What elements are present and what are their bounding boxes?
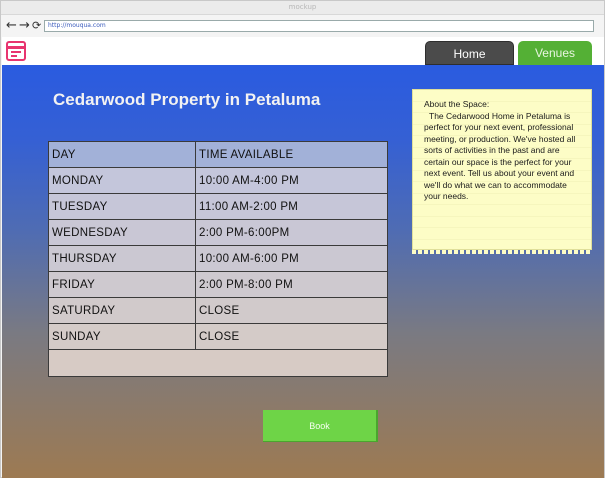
day-cell: THURSDAY [48,245,196,272]
browser-toolbar: ← → ⟳ http://mouqua.com [1,16,604,36]
table-header-row: DAY TIME AVAILABLE [48,141,388,168]
table-row: SATURDAY CLOSE [48,297,388,324]
refresh-icon[interactable]: ⟳ [32,19,41,33]
empty-cell [48,349,388,377]
page-title: Cedarwood Property in Petaluma [53,90,321,109]
day-cell: MONDAY [48,167,196,194]
time-cell: 11:00 AM-2:00 PM [195,193,388,220]
day-cell: SATURDAY [48,297,196,324]
day-cell: SUNDAY [48,323,196,350]
forward-arrow-icon[interactable]: → [19,19,30,33]
time-cell: 10:00 AM-6:00 PM [195,245,388,272]
day-cell: FRIDAY [48,271,196,298]
time-cell: 2:00 PM-8:00 PM [195,271,388,298]
about-sticky-note: About the Space: The Cedarwood Home in P… [412,89,592,250]
time-cell: 2:00 PM-6:00PM [195,219,388,246]
column-header-time: TIME AVAILABLE [195,141,388,168]
tab-venues[interactable]: Venues [518,41,592,65]
browser-window: mockup ← → ⟳ http://mouqua.com Home Venu… [0,0,605,478]
back-arrow-icon[interactable]: ← [6,19,17,33]
time-cell: CLOSE [195,297,388,324]
main-content: Cedarwood Property in Petaluma DAY TIME … [2,65,604,478]
table-footer-row [48,349,388,377]
address-bar[interactable]: http://mouqua.com [44,20,594,32]
day-cell: TUESDAY [48,193,196,220]
book-button[interactable]: Book [263,410,378,442]
title-bar: mockup [1,1,604,15]
table-row: THURSDAY 10:00 AM-6:00 PM [48,245,388,272]
table-row: SUNDAY CLOSE [48,323,388,350]
table-row: TUESDAY 11:00 AM-2:00 PM [48,193,388,220]
site-header: Home Venues [2,37,604,65]
window-title: mockup [288,3,317,11]
about-body: The Cedarwood Home in Petaluma is perfec… [424,110,576,202]
about-heading: About the Space: [424,99,490,109]
time-cell: CLOSE [195,323,388,350]
time-cell: 10:00 AM-4:00 PM [195,167,388,194]
table-row: MONDAY 10:00 AM-4:00 PM [48,167,388,194]
column-header-day: DAY [48,141,196,168]
availability-table: DAY TIME AVAILABLE MONDAY 10:00 AM-4:00 … [48,141,388,377]
day-cell: WEDNESDAY [48,219,196,246]
calendar-logo-icon[interactable] [6,41,26,61]
sticky-note-edge [412,250,592,254]
table-row: FRIDAY 2:00 PM-8:00 PM [48,271,388,298]
tab-home[interactable]: Home [425,41,514,65]
table-row: WEDNESDAY 2:00 PM-6:00PM [48,219,388,246]
